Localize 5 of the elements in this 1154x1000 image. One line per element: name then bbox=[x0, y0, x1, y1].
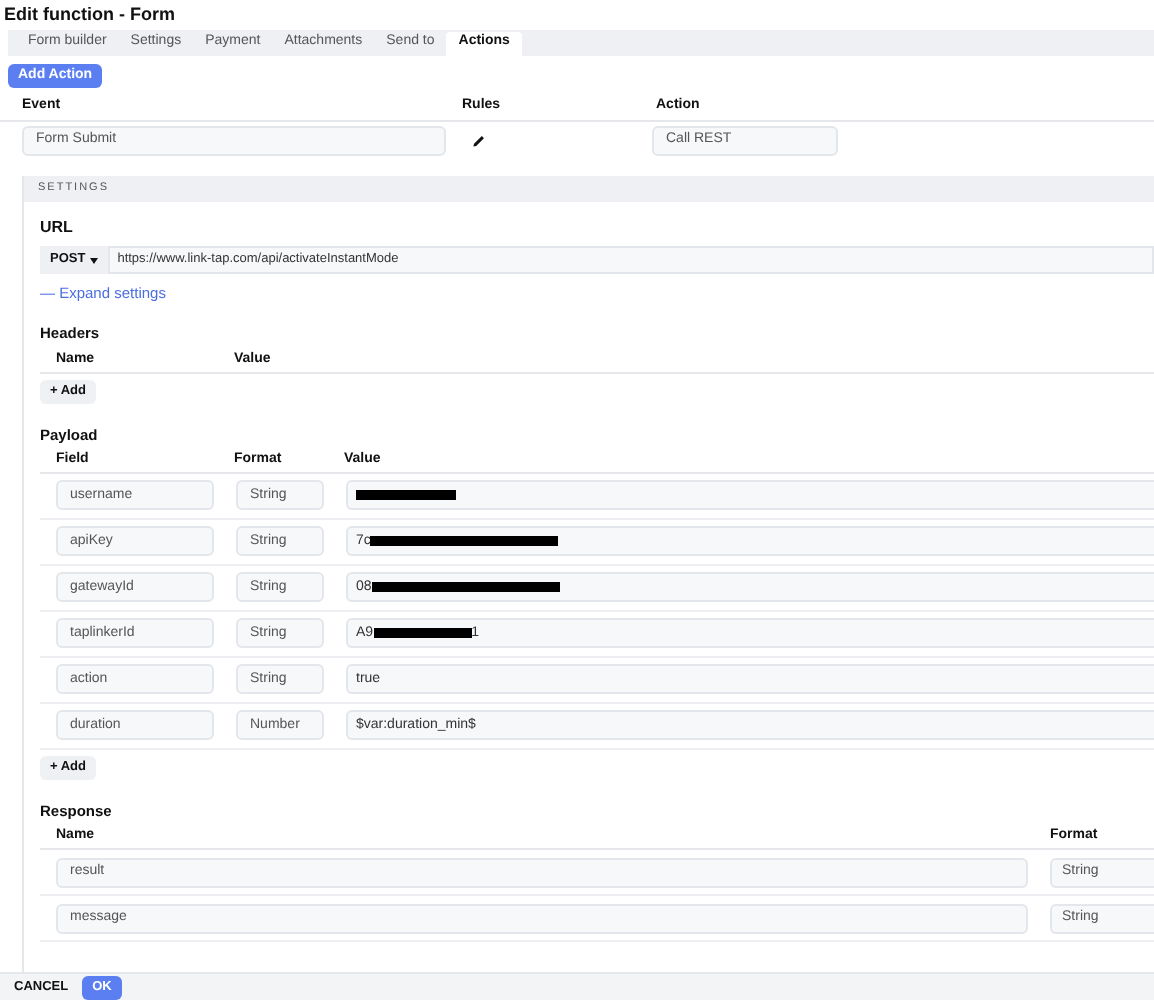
pencil-icon[interactable] bbox=[472, 134, 486, 148]
input-field[interactable] bbox=[346, 480, 1154, 511]
caret-icon bbox=[89, 257, 98, 263]
section-title: URL bbox=[40, 216, 75, 240]
window-title: Edit function - Form bbox=[2, 1, 177, 28]
